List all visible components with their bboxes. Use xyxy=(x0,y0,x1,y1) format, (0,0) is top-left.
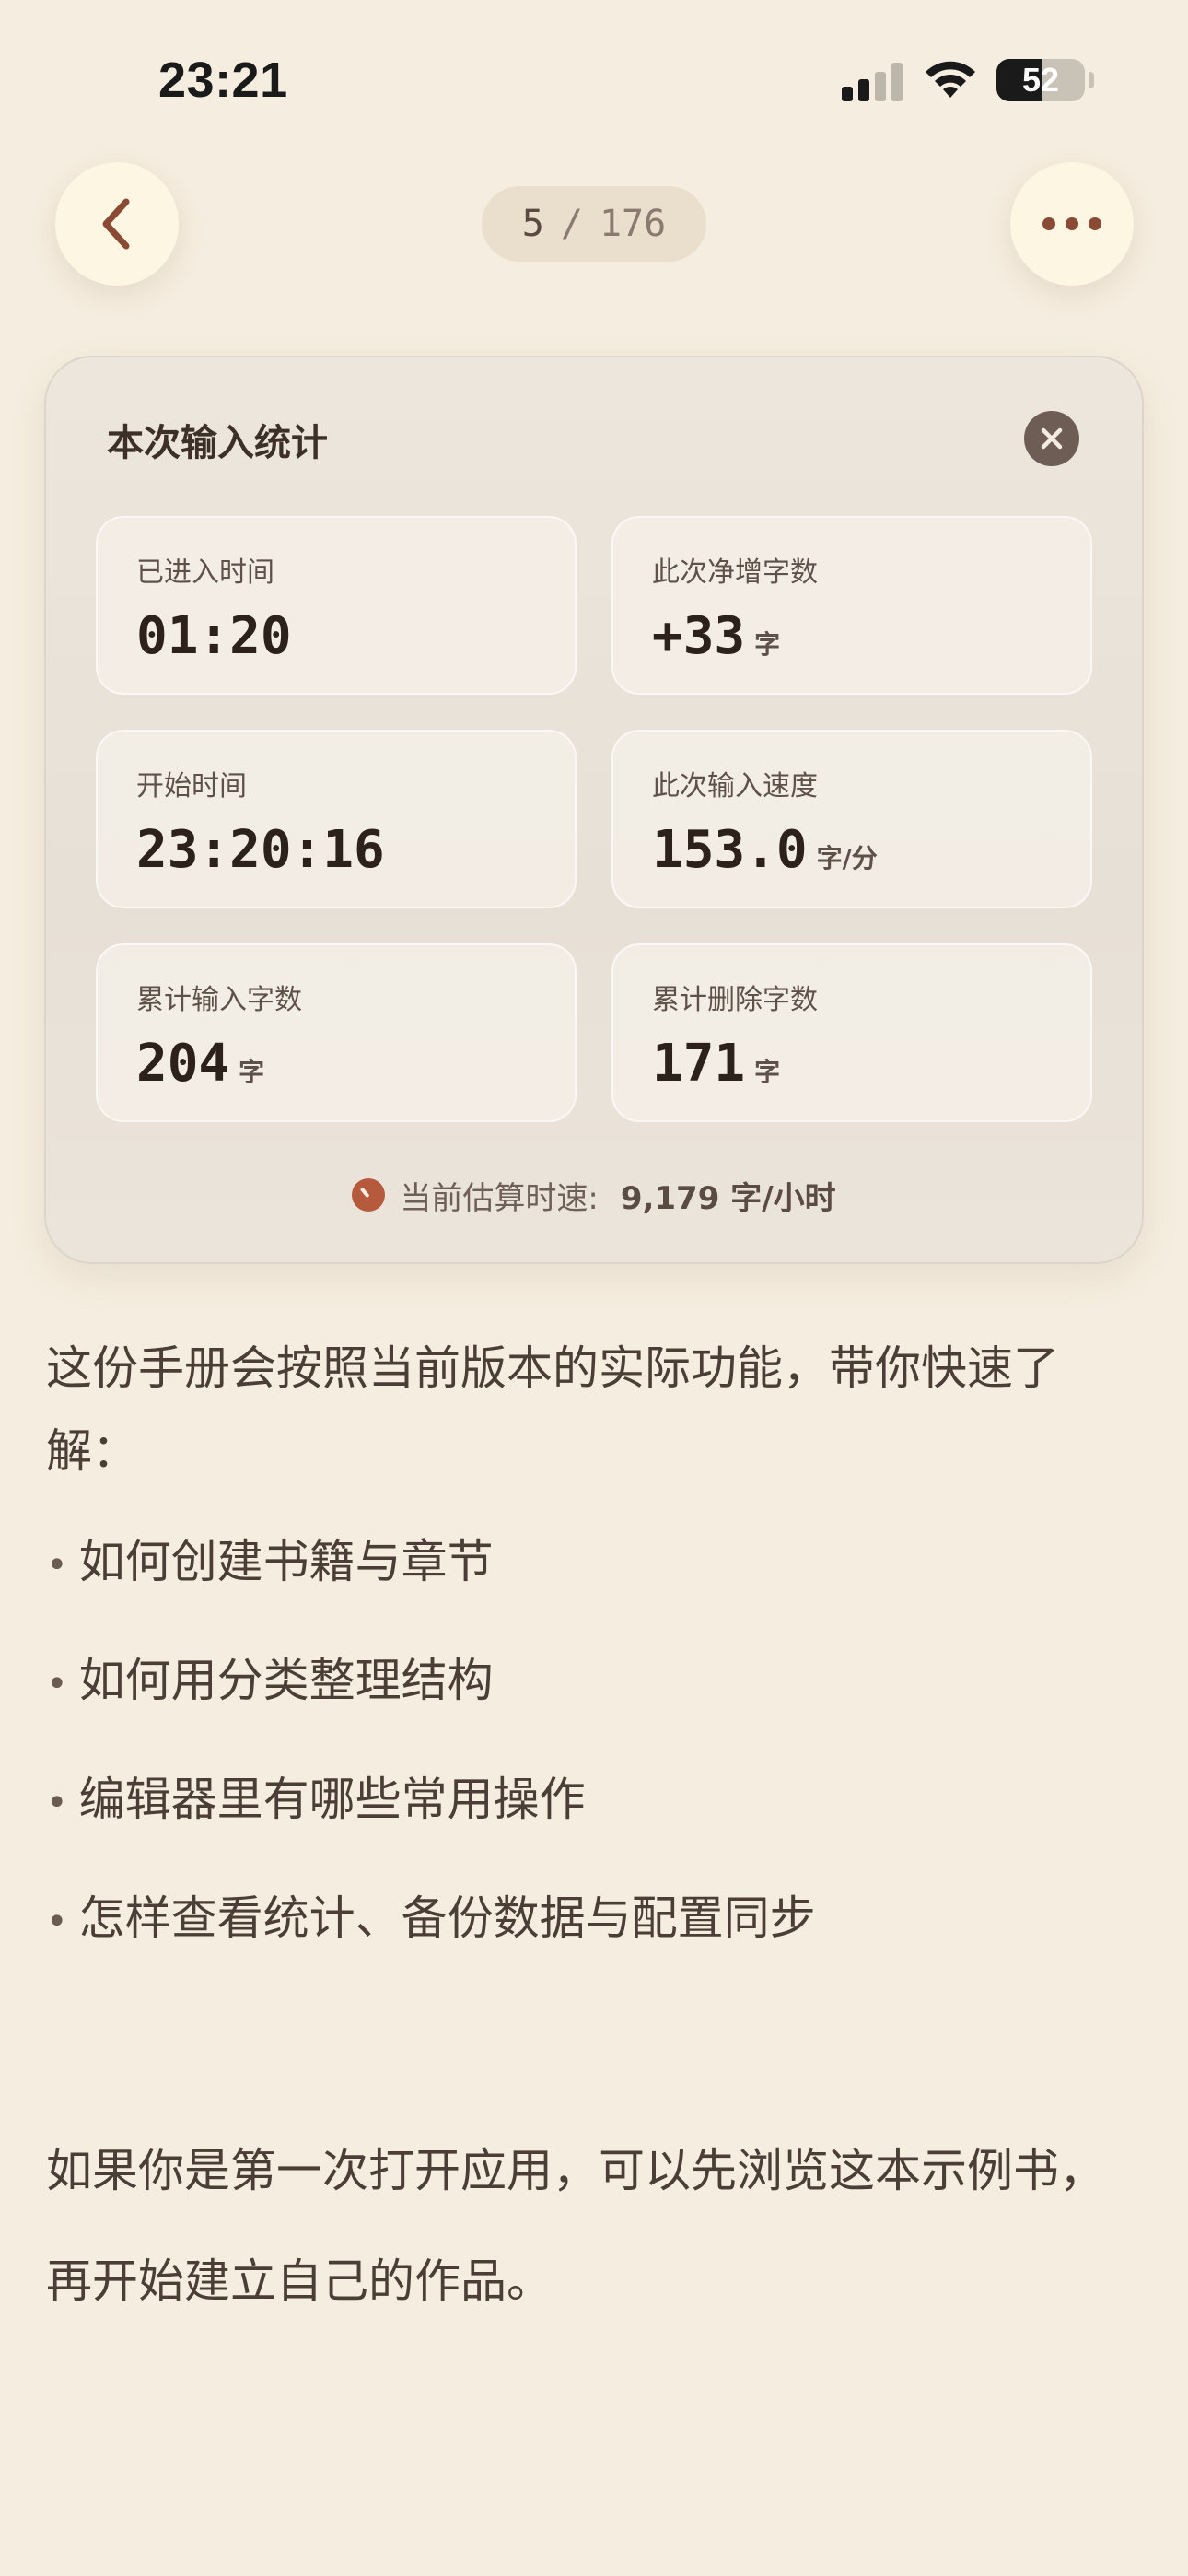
list-item: • 如何创建书籍与章节 xyxy=(46,1520,1142,1607)
stat-tile-net-words: 此次净增字数 +33 字 xyxy=(611,516,1092,695)
stat-label: 开始时间 xyxy=(136,770,247,802)
chevron-left-icon xyxy=(102,198,130,250)
stat-label: 已进入时间 xyxy=(136,556,274,589)
stat-label: 此次净增字数 xyxy=(652,556,818,589)
stat-unit: 字 xyxy=(239,1057,265,1087)
stat-value: 23:20:16 xyxy=(136,820,385,880)
battery-cap xyxy=(1089,72,1094,88)
screen: 23:21 52 5 / 176 本次输入统计 已进入时间 01:20 此次净增… xyxy=(0,0,1188,2576)
input-stats-card: 本次输入统计 已进入时间 01:20 此次净增字数 +33 字 开始时间 23:2… xyxy=(44,356,1144,1264)
bullet-marker: • xyxy=(46,1782,68,1824)
estimate-row: 当前估算时速: 9,179 字/小时 xyxy=(46,1172,1142,1218)
stat-unit: 字/分 xyxy=(816,843,878,873)
page-indicator[interactable]: 5 / 176 xyxy=(482,186,706,262)
stat-value: 204 字 xyxy=(136,1034,265,1094)
speedometer-icon xyxy=(352,1178,386,1212)
estimate-label: 当前估算时速: xyxy=(400,1179,599,1217)
manual-content: 这份手册会按照当前版本的实际功能，带你快速了解： • 如何创建书籍与章节 • 如何用… xyxy=(46,1327,1142,2336)
list-item: • 如何用分类整理结构 xyxy=(46,1639,1142,1726)
list-item: • 怎样查看统计、备份数据与配置同步 xyxy=(46,1877,1142,1963)
stat-tile-input-speed: 此次输入速度 153.0 字/分 xyxy=(611,730,1092,908)
list-item-text: 编辑器里有哪些常用操作 xyxy=(78,1773,586,1826)
closing-paragraph: 如果你是第一次打开应用，可以先浏览这本示例书，再开始建立自己的作品。 xyxy=(46,2144,1105,2308)
battery-level: 52 xyxy=(1021,61,1060,99)
stat-tile-start-time: 开始时间 23:20:16 xyxy=(96,730,577,908)
intro-paragraph: 这份手册会按照当前版本的实际功能，带你快速了解： xyxy=(46,1341,1059,1478)
stat-tile-total-input: 累计输入字数 204 字 xyxy=(96,943,577,1122)
stat-label: 此次输入速度 xyxy=(652,770,818,802)
stat-value: 171 字 xyxy=(652,1034,781,1094)
battery-icon: 52 xyxy=(996,59,1085,101)
bullet-marker: • xyxy=(46,1544,68,1587)
stat-value: 153.0 字/分 xyxy=(652,820,878,880)
stat-unit: 字 xyxy=(754,1057,781,1087)
page-separator: / xyxy=(560,203,583,245)
estimate-value: 9,179 字/小时 xyxy=(620,1179,836,1217)
list-item-text: 如何创建书籍与章节 xyxy=(78,1535,494,1588)
close-icon xyxy=(1041,427,1063,450)
stat-value: +33 字 xyxy=(652,606,781,666)
list-item: • 编辑器里有哪些常用操作 xyxy=(46,1758,1142,1844)
stat-tile-total-deleted: 累计删除字数 171 字 xyxy=(611,943,1092,1122)
cellular-signal-icon xyxy=(842,63,904,101)
list-item-text: 怎样查看统计、备份数据与配置同步 xyxy=(78,1891,816,1945)
ellipsis-icon xyxy=(1042,217,1101,230)
current-page: 5 xyxy=(521,203,544,245)
stat-label: 累计输入字数 xyxy=(136,984,302,1016)
stat-tile-elapsed-time: 已进入时间 01:20 xyxy=(96,516,577,695)
stat-unit: 字 xyxy=(754,629,781,660)
back-button[interactable] xyxy=(55,162,179,286)
bullet-marker: • xyxy=(46,1663,68,1705)
bullet-marker: • xyxy=(46,1901,68,1943)
stat-value: 01:20 xyxy=(136,606,292,666)
close-button[interactable] xyxy=(1024,411,1079,466)
more-button[interactable] xyxy=(1010,162,1134,286)
list-item-text: 如何用分类整理结构 xyxy=(78,1654,494,1707)
stat-label: 累计删除字数 xyxy=(652,984,818,1016)
wifi-icon xyxy=(926,61,975,98)
total-pages: 176 xyxy=(599,203,667,245)
status-time: 23:21 xyxy=(158,53,288,108)
status-bar: 23:21 52 xyxy=(0,0,1188,147)
card-title: 本次输入统计 xyxy=(107,422,328,464)
